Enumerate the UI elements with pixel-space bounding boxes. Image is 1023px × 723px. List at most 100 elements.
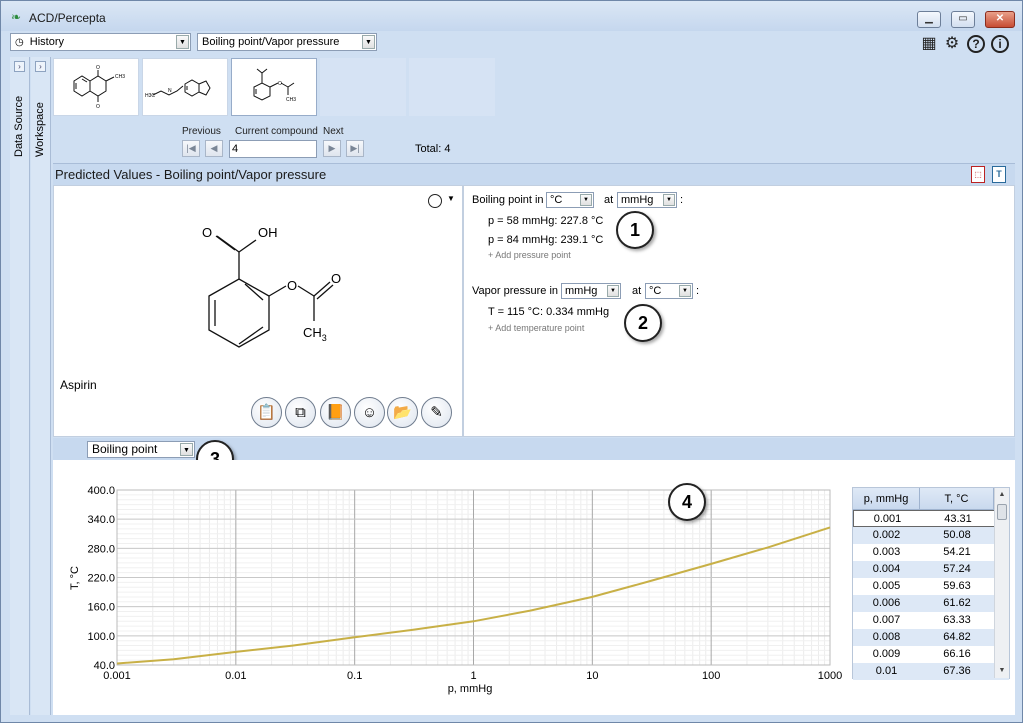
book-icon[interactable]: 📙 xyxy=(320,397,351,428)
property-dropdown[interactable]: Boiling point/Vapor pressure ▼ xyxy=(197,33,377,51)
table-row[interactable]: 0.009 66.16 xyxy=(853,646,1009,663)
pressure-unit-dropdown[interactable]: mmHg ▼ xyxy=(617,192,677,208)
pressure-cell: 0.008 xyxy=(872,631,901,643)
pdf-export-icon[interactable]: ⬚ xyxy=(971,166,985,183)
table-row[interactable]: 0.003 54.21 xyxy=(853,544,1009,561)
table-scrollbar[interactable]: ▲ ▼ xyxy=(994,488,1009,678)
table-header: p, mmHg T, °C xyxy=(853,488,1009,510)
app-icon: ❧ xyxy=(11,10,22,24)
minimize-button[interactable]: ▁ xyxy=(917,11,941,28)
table-row[interactable]: 0.001 43.31 xyxy=(853,510,1009,527)
y-tick-label: 220.0 xyxy=(87,573,115,585)
vapor-unit-value: mmHg xyxy=(565,285,598,297)
boiling-point-label: Boiling point in xyxy=(472,194,544,206)
last-button[interactable]: ▶| xyxy=(346,140,364,157)
scroll-up-icon[interactable]: ▲ xyxy=(995,488,1009,502)
compound-thumbnail[interactable]: CH3 O O xyxy=(53,58,139,116)
compound-thumbnail-empty[interactable] xyxy=(320,58,406,116)
oxygen-label: O xyxy=(331,271,341,286)
y-axis-label: T, °C xyxy=(69,566,81,590)
table-row[interactable]: 0.008 64.82 xyxy=(853,629,1009,646)
table-row[interactable]: 0.004 57.24 xyxy=(853,561,1009,578)
next-button[interactable]: ▶ xyxy=(323,140,341,157)
scroll-down-icon[interactable]: ▼ xyxy=(995,664,1009,678)
close-button[interactable]: ✕ xyxy=(985,11,1015,28)
table-row[interactable]: 0.005 59.63 xyxy=(853,578,1009,595)
temperature-cell: 67.36 xyxy=(943,665,971,677)
oxygen-label: O xyxy=(287,278,297,293)
smiley-icon[interactable]: ☺ xyxy=(354,397,385,428)
calculator-icon[interactable]: ▦ xyxy=(920,35,938,53)
benzodioxole-structure: H3C N xyxy=(145,79,211,99)
add-pressure-point-link[interactable]: + Add pressure point xyxy=(488,250,571,260)
add-temperature-point-link[interactable]: + Add temperature point xyxy=(488,323,584,333)
chevron-down-icon: ▼ xyxy=(362,35,375,49)
compound-thumbnail-selected[interactable]: O CH3 xyxy=(231,58,317,116)
column-header-temperature[interactable]: T, °C xyxy=(920,488,994,509)
temperature-cell: 54.21 xyxy=(943,546,971,558)
expand-icon[interactable]: › xyxy=(14,61,25,72)
boiling-unit-value: °C xyxy=(550,194,563,206)
title-bar: ❧ ACD/Percepta ▁ ▭ ✕ xyxy=(0,0,1023,31)
workspace-tab[interactable]: › Workspace xyxy=(31,57,51,715)
copy-structure-icon[interactable]: ⧉ xyxy=(285,397,316,428)
y-tick-label: 400.0 xyxy=(87,485,115,497)
circle-option-icon[interactable] xyxy=(428,194,442,208)
temperature-unit-dropdown[interactable]: °C ▼ xyxy=(645,283,693,299)
history-label: History xyxy=(29,36,65,48)
history-dropdown[interactable]: ◷ History ▼ xyxy=(10,33,191,51)
temperature-unit-value: °C xyxy=(649,285,662,297)
x-tick-label: 100 xyxy=(702,670,720,682)
y-tick-labels: 40.0100.0160.0220.0280.0340.0400.0 xyxy=(87,485,115,672)
table-row[interactable]: 0.007 63.33 xyxy=(853,612,1009,629)
workspace-label: Workspace xyxy=(34,102,46,157)
total-count: Total: 4 xyxy=(415,143,451,155)
x-tick-label: 10 xyxy=(586,670,598,682)
callout-2: 2 xyxy=(624,304,662,342)
boiling-point-chart[interactable]: 40.0100.0160.0220.0280.0340.0400.0 0.001… xyxy=(60,480,850,700)
first-button[interactable]: |◀ xyxy=(182,140,200,157)
previous-button[interactable]: ◀ xyxy=(205,140,223,157)
expand-icon[interactable]: › xyxy=(35,61,46,72)
compound-thumbnail[interactable]: H3C N xyxy=(142,58,228,116)
help-icon[interactable]: ? xyxy=(967,35,985,53)
next-label: Next xyxy=(323,126,344,137)
text-export-icon[interactable]: T xyxy=(992,166,1006,183)
aspirin-structure: O OH O O CH3 xyxy=(202,225,341,348)
table-row[interactable]: 0.006 61.62 xyxy=(853,595,1009,612)
pressure-cell: 0.003 xyxy=(872,546,901,558)
info-icon[interactable]: i xyxy=(991,35,1009,53)
at-label: at xyxy=(632,285,642,297)
table-row[interactable]: 0.01 67.36 xyxy=(853,663,1009,680)
y-tick-label: 280.0 xyxy=(87,543,115,555)
svg-text:N: N xyxy=(168,88,172,94)
pressure-cell: 0.004 xyxy=(872,563,901,575)
compound-name: Aspirin xyxy=(60,378,97,392)
scroll-thumb[interactable] xyxy=(997,504,1007,520)
boiling-table[interactable]: p, mmHg T, °C 0.001 43.31 0.002 50.08 0.003 5… xyxy=(852,487,1010,680)
plot-type-dropdown[interactable]: Boiling point ▼ xyxy=(87,441,195,458)
pressure-cell: 0.007 xyxy=(872,614,901,626)
vapor-unit-dropdown[interactable]: mmHg ▼ xyxy=(561,283,621,299)
open-folder-icon[interactable]: 📂 xyxy=(387,397,418,428)
chevron-down-icon: ▼ xyxy=(607,285,619,297)
callout-4: 4 xyxy=(668,483,706,521)
x-tick-labels: 0.001 0.01 0.1 1 10 100 1000 xyxy=(103,670,842,682)
column-header-pressure[interactable]: p, mmHg xyxy=(853,488,920,509)
temperature-cell: 59.63 xyxy=(943,580,971,592)
maximize-button[interactable]: ▭ xyxy=(951,11,975,28)
predicted-values-panel: Boiling point in °C ▼ at mmHg ▼ : p = 58… xyxy=(463,185,1015,437)
data-source-tab[interactable]: › Data Source xyxy=(10,57,30,715)
boiling-unit-dropdown[interactable]: °C ▼ xyxy=(546,192,594,208)
compound-thumbnail-empty[interactable] xyxy=(409,58,495,116)
chevron-down-icon[interactable]: ▼ xyxy=(447,194,455,203)
previous-label: Previous xyxy=(182,126,221,137)
gear-icon[interactable]: ⚙ xyxy=(943,35,961,53)
svg-text:O: O xyxy=(96,65,100,71)
clipboard-icon[interactable]: 📋 xyxy=(251,397,282,428)
current-compound-input[interactable]: 4 xyxy=(229,140,317,158)
y-tick-label: 100.0 xyxy=(87,631,115,643)
pressure-cell: 0.009 xyxy=(872,648,901,660)
table-row[interactable]: 0.002 50.08 xyxy=(853,527,1009,544)
pencil-icon[interactable]: ✎ xyxy=(421,397,452,428)
